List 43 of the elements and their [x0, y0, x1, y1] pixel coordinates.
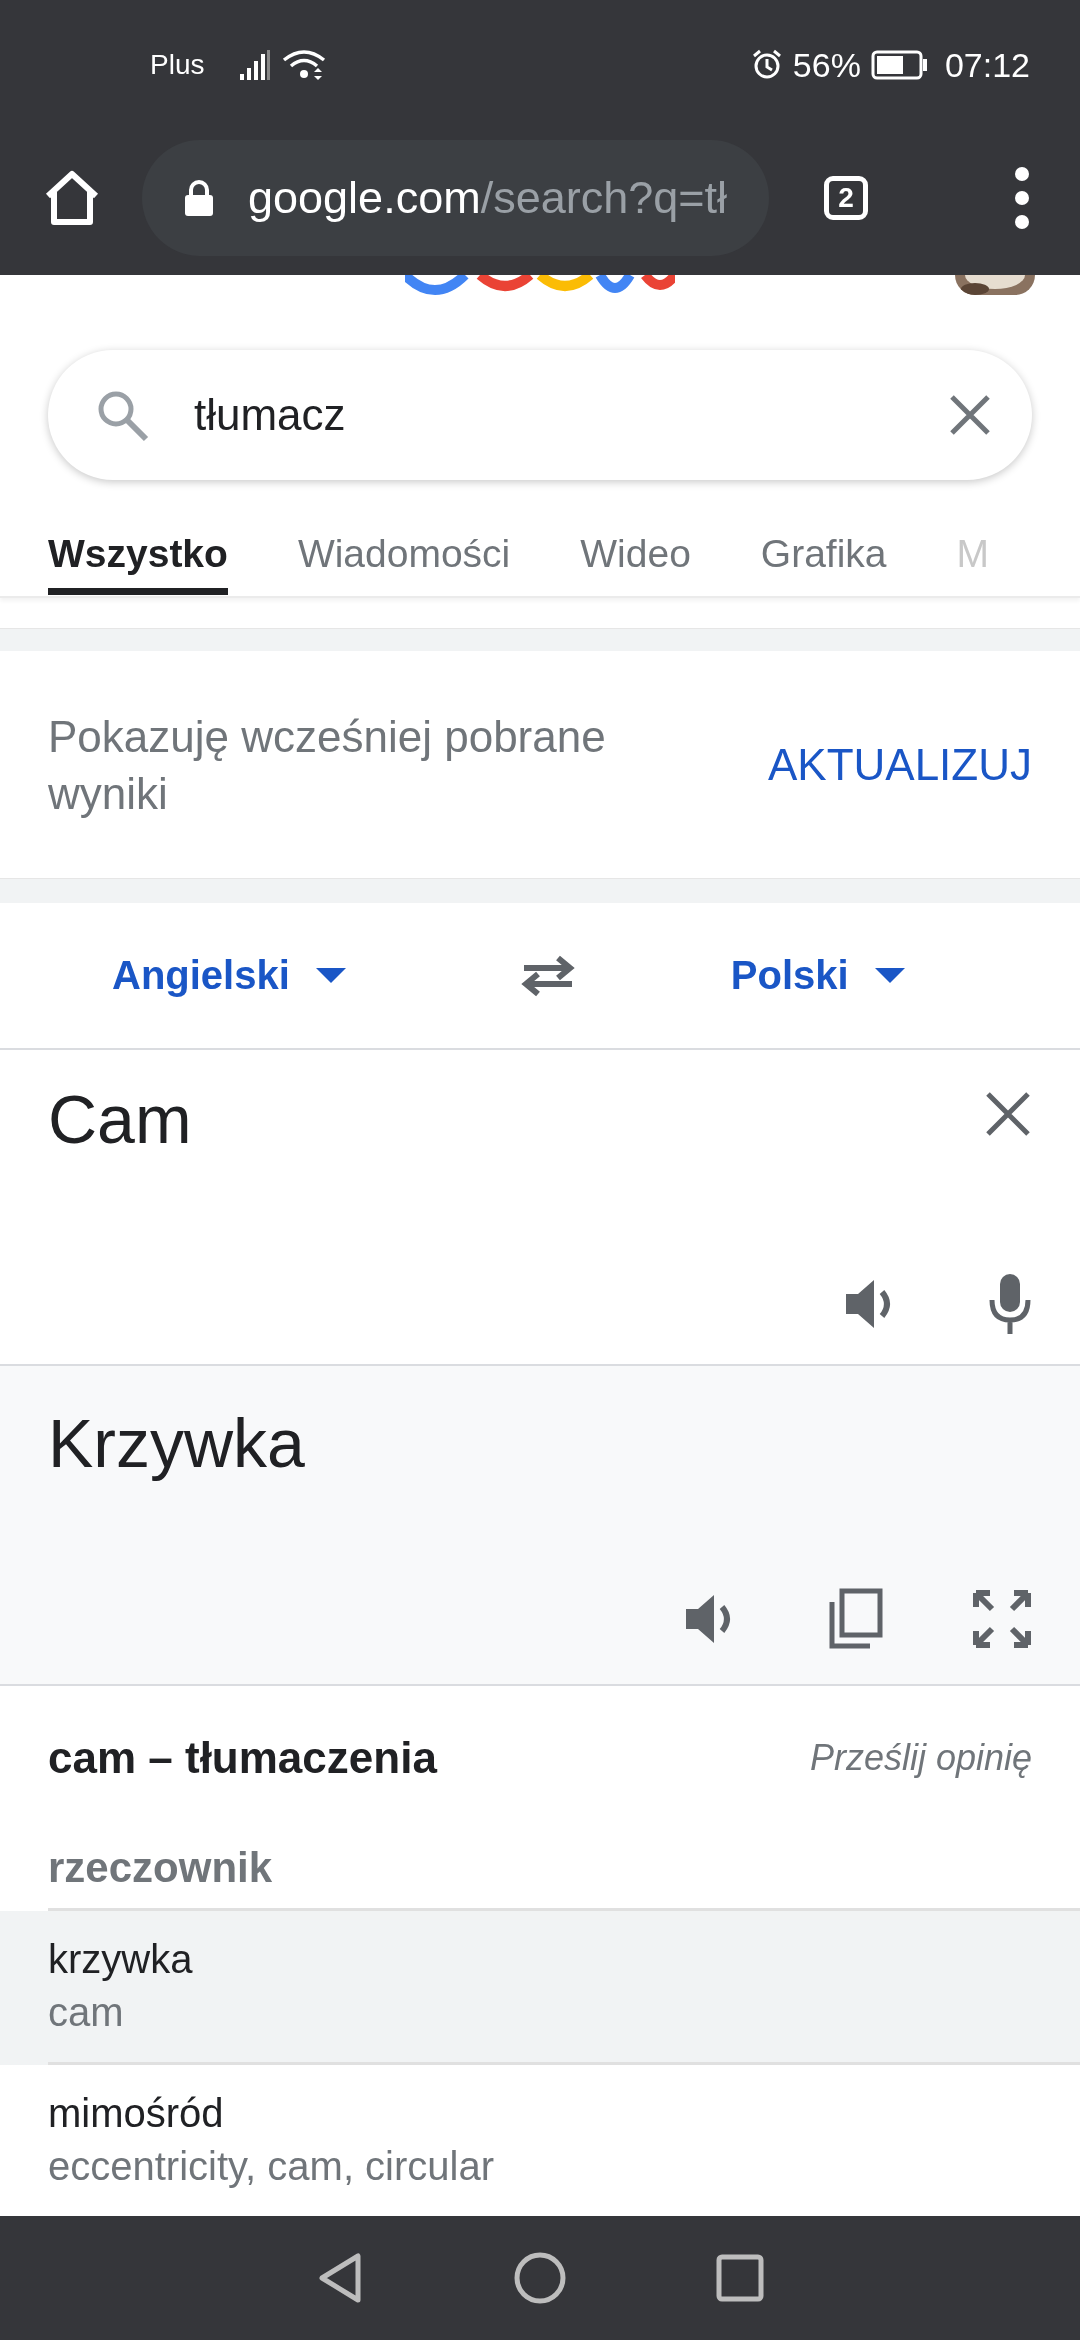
source-text: Cam	[48, 1080, 192, 1158]
battery-icon	[870, 50, 929, 80]
search-tab[interactable]: Wszystko	[48, 530, 228, 595]
dropdown-caret-icon	[874, 967, 905, 984]
dropdown-caret-icon	[315, 967, 346, 984]
close-icon[interactable]	[984, 1090, 1032, 1138]
copy-icon[interactable]	[828, 1588, 884, 1650]
search-field[interactable]: tłumacz	[48, 350, 1032, 480]
source-language-button[interactable]: Angielski	[112, 953, 346, 998]
tab-count-button[interactable]: 2	[824, 175, 868, 220]
translation-entry[interactable]: mimośród eccentricity, cam, circular	[0, 2065, 1080, 2216]
clock-time: 07:12	[944, 45, 1030, 85]
back-icon[interactable]	[316, 2252, 364, 2304]
recent-apps-icon[interactable]	[716, 2254, 764, 2302]
carrier-name: Plus	[150, 49, 205, 81]
url-path: /search?q=tł	[480, 171, 728, 224]
feedback-link[interactable]: Prześlij opinię	[809, 1737, 1032, 1779]
microphone-icon[interactable]	[988, 1272, 1032, 1336]
address-bar[interactable]: google.com/search?q=tł	[142, 139, 769, 256]
translation-word: mimośród	[48, 2091, 225, 2136]
signal-icon	[238, 48, 273, 82]
fullscreen-icon[interactable]	[972, 1589, 1032, 1649]
notice-text: Pokazuję wcześniej pobrane wyniki	[48, 710, 607, 820]
search-tab[interactable]: Wideo	[580, 530, 691, 595]
dictionary-title: cam – tłumaczenia	[48, 1733, 437, 1783]
search-tab[interactable]: Wiadomości	[297, 530, 511, 595]
translated-text: Krzywka	[48, 1404, 306, 1482]
update-button[interactable]: AKTUALIZUJ	[767, 739, 1032, 790]
battery-percentage: 56%	[792, 45, 861, 85]
url-domain: google.com	[248, 171, 481, 224]
search-query: tłumacz	[194, 390, 347, 440]
search-tab[interactable]: Grafika	[760, 530, 887, 595]
lock-icon	[182, 177, 216, 218]
wifi-icon	[282, 48, 327, 82]
synonym-list: cam	[48, 1990, 1032, 2035]
close-icon[interactable]	[948, 393, 992, 437]
home-icon[interactable]	[514, 2252, 566, 2304]
more-options-icon[interactable]	[1014, 165, 1030, 230]
translation-word: krzywka	[48, 1937, 194, 1982]
alarm-icon	[750, 49, 783, 81]
synonym-list: eccentricity, cam, circular	[48, 2144, 1032, 2189]
translation-entry[interactable]: krzywka cam	[0, 1911, 1080, 2065]
target-language-button[interactable]: Polski	[730, 953, 905, 998]
